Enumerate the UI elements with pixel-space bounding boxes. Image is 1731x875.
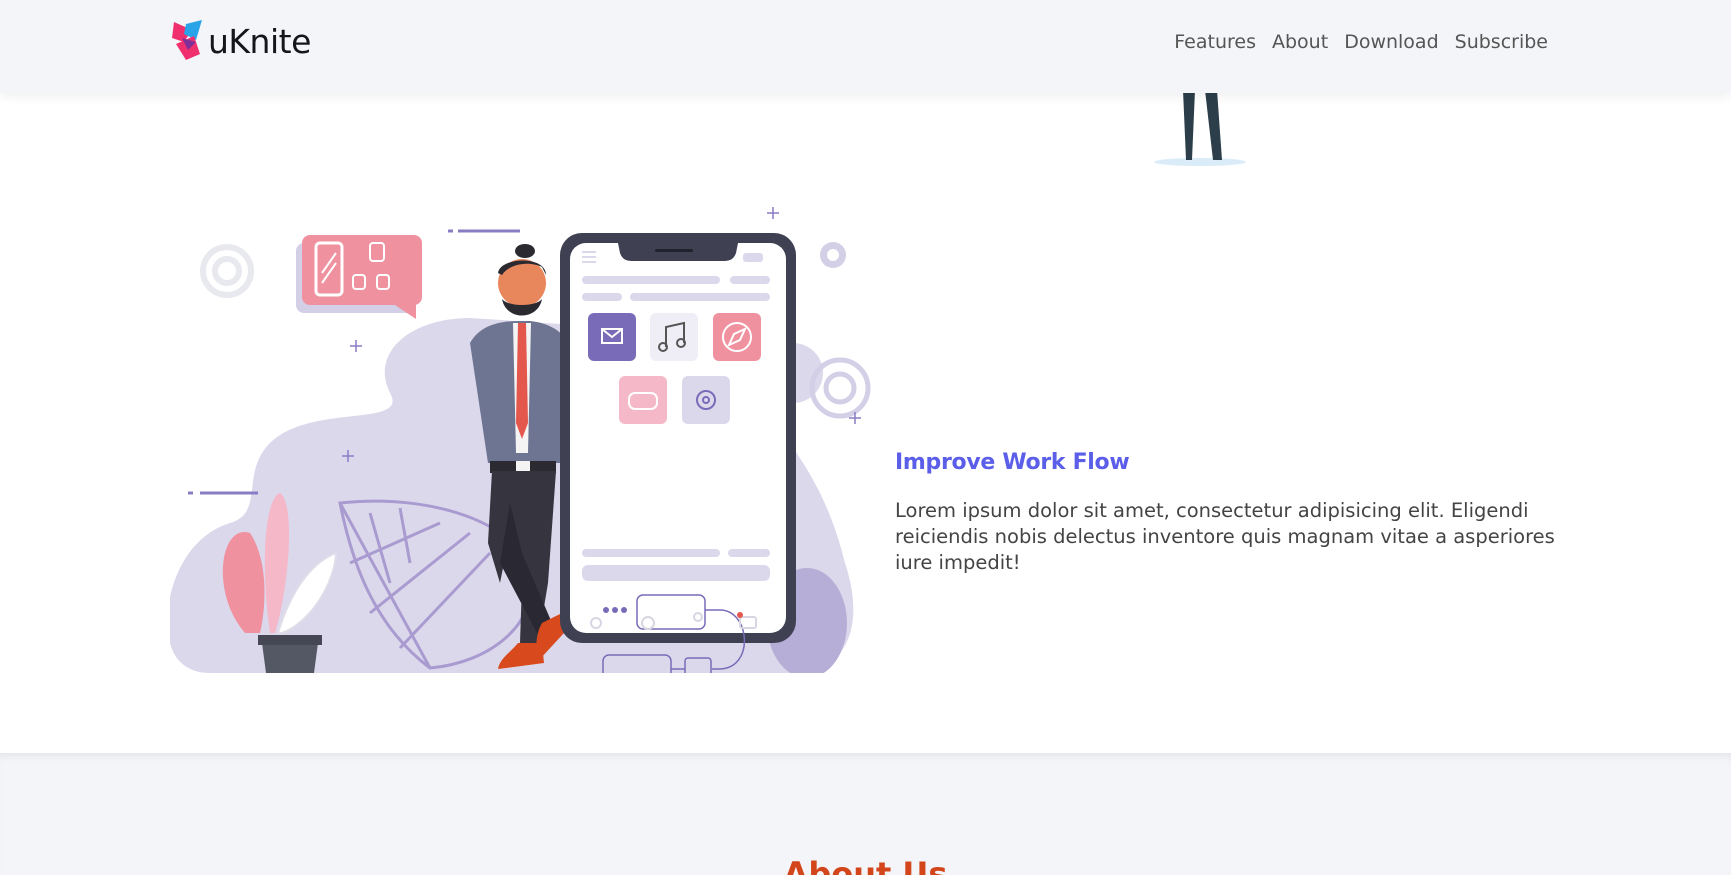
brand-name: uKnite [208, 21, 311, 61]
main-nav: Features About Download Subscribe [1158, 31, 1548, 53]
nav-link-about[interactable]: About [1272, 31, 1328, 53]
nav-link-download[interactable]: Download [1344, 31, 1438, 53]
gamepad-icon [619, 376, 667, 424]
compass-icon [713, 313, 761, 361]
top-navbar: uKnite Features About Download Subscribe [0, 0, 1731, 93]
brand-logo[interactable]: uKnite [172, 18, 311, 64]
feature-title: Improve Work Flow [895, 450, 1130, 475]
nav-link-features[interactable]: Features [1174, 31, 1256, 53]
settings-icon [682, 376, 730, 424]
workflow-illustration [167, 203, 890, 686]
music-icon [650, 313, 698, 361]
feature-description: Lorem ipsum dolor sit amet, consectetur … [895, 499, 1555, 574]
about-title: About Us [783, 855, 948, 875]
feature-section: Improve Work Flow Lorem ipsum dolor sit … [0, 93, 1731, 753]
nav-link-subscribe[interactable]: Subscribe [1455, 31, 1548, 53]
logo-icon [172, 20, 206, 62]
gear-icon [200, 244, 254, 298]
mail-icon [588, 313, 636, 361]
